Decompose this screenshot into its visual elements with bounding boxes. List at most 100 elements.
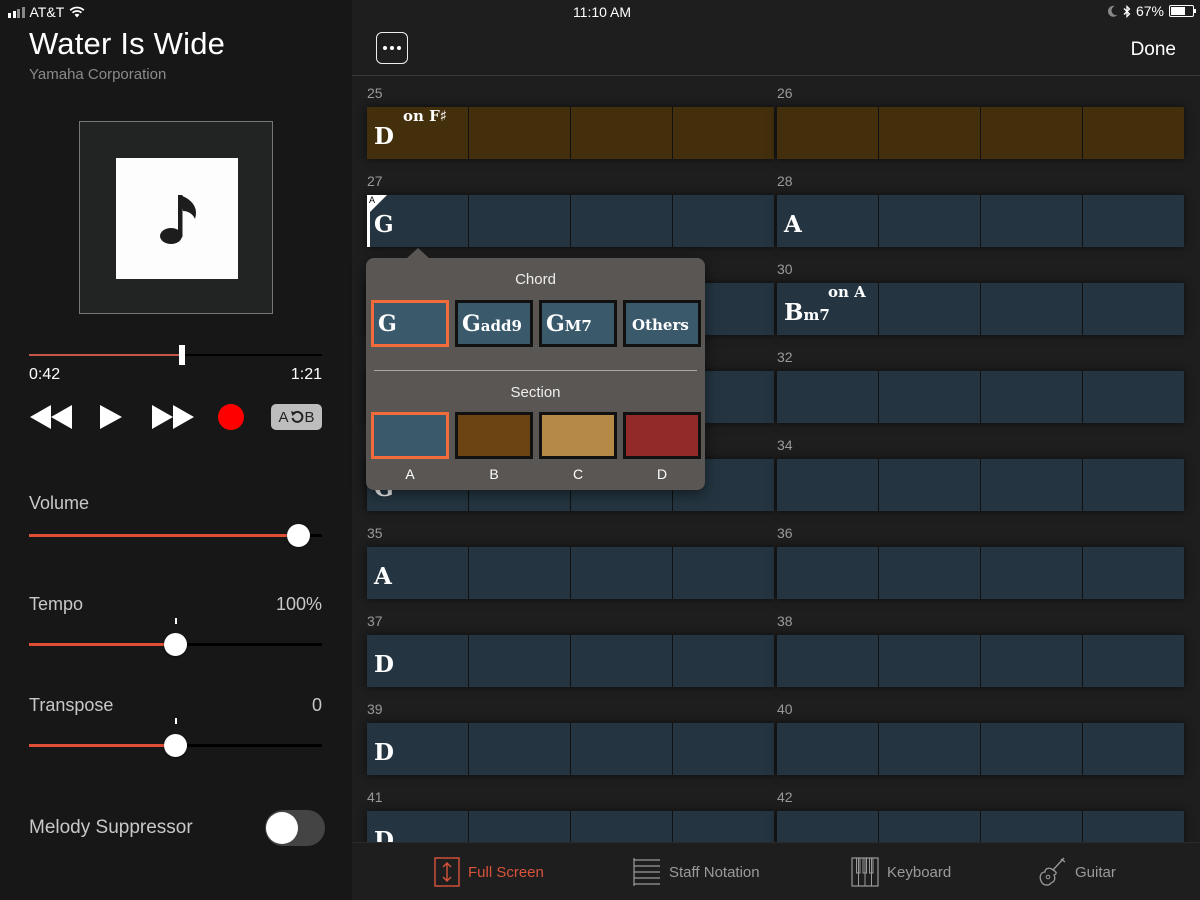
ab-repeat-button[interactable]: A B — [271, 400, 322, 434]
beat-cell[interactable] — [1083, 371, 1184, 423]
transpose-slider-thumb[interactable] — [164, 734, 187, 757]
fast-forward-button[interactable] — [151, 400, 195, 434]
beat-cell[interactable]: Don F♯ — [367, 107, 468, 159]
seek-bar[interactable] — [29, 345, 322, 365]
beat-cell[interactable] — [879, 723, 980, 775]
beat-cell[interactable] — [673, 811, 774, 842]
section-option-d[interactable] — [623, 412, 701, 459]
transpose-value: 0 — [311, 695, 322, 715]
beat-cell[interactable] — [981, 723, 1082, 775]
play-button[interactable] — [98, 400, 124, 434]
beat-cell[interactable] — [673, 723, 774, 775]
beat-cell[interactable] — [469, 195, 570, 247]
beat-cell[interactable] — [879, 811, 980, 842]
beat-cell[interactable] — [981, 195, 1082, 247]
beat-cell[interactable] — [981, 811, 1082, 842]
beat-cell[interactable] — [1083, 459, 1184, 511]
beat-cell[interactable] — [879, 547, 980, 599]
tab-staff-notation[interactable]: Staff Notation — [633, 856, 760, 888]
melody-suppressor-toggle[interactable] — [265, 810, 325, 846]
volume-slider[interactable] — [29, 524, 322, 547]
chord-root: D — [374, 739, 394, 766]
beat-cell[interactable] — [469, 107, 570, 159]
chord-option-gadd9[interactable]: Gadd9 — [455, 300, 533, 347]
beat-cell[interactable] — [879, 283, 980, 335]
beat-cell[interactable] — [777, 547, 878, 599]
section-option-b[interactable] — [455, 412, 533, 459]
record-button[interactable] — [217, 400, 245, 434]
section-option-c[interactable] — [539, 412, 617, 459]
rewind-button[interactable] — [29, 400, 73, 434]
beat-cell[interactable] — [571, 547, 672, 599]
beat-cell[interactable] — [981, 635, 1082, 687]
beat-cell[interactable] — [879, 459, 980, 511]
beat-cell[interactable] — [1083, 635, 1184, 687]
beat-cell[interactable]: D — [367, 723, 468, 775]
beat-cell[interactable] — [469, 723, 570, 775]
beat-cell[interactable] — [879, 635, 980, 687]
status-bar-left: AT&T — [8, 4, 85, 20]
transpose-slider[interactable] — [29, 734, 322, 757]
measure-30: Bm7 on A — [777, 283, 1184, 335]
beat-cell[interactable] — [981, 371, 1082, 423]
beat-cell[interactable] — [981, 107, 1082, 159]
beat-cell[interactable] — [777, 459, 878, 511]
tempo-slider-thumb[interactable] — [164, 633, 187, 656]
beat-cell[interactable] — [673, 547, 774, 599]
beat-cell[interactable] — [981, 459, 1082, 511]
volume-slider-thumb[interactable] — [287, 524, 311, 547]
beat-cell[interactable]: Bm7 on A — [777, 283, 878, 335]
beat-cell[interactable] — [673, 195, 774, 247]
tab-keyboard[interactable]: Keyboard — [851, 856, 951, 888]
beat-cell[interactable] — [879, 107, 980, 159]
section-option-a[interactable] — [371, 412, 449, 459]
tab-full-screen[interactable]: Full Screen — [434, 856, 544, 888]
chord-option-g[interactable]: G — [371, 300, 449, 347]
beat-cell[interactable] — [777, 723, 878, 775]
beat-cell[interactable] — [571, 107, 672, 159]
more-button[interactable] — [376, 32, 408, 64]
beat-cell[interactable] — [777, 635, 878, 687]
beat-cell[interactable] — [1083, 107, 1184, 159]
beat-cell[interactable] — [469, 635, 570, 687]
chord-symbol: Don F♯ — [374, 107, 447, 150]
beat-cell[interactable] — [469, 547, 570, 599]
beat-cell[interactable] — [777, 811, 878, 842]
beat-cell[interactable] — [1083, 811, 1184, 842]
beat-cell[interactable]: A — [367, 547, 468, 599]
beat-cell[interactable] — [673, 635, 774, 687]
done-button[interactable]: Done — [1131, 39, 1176, 61]
beat-cell[interactable]: AG — [367, 195, 468, 247]
current-time: 0:42 — [29, 366, 61, 383]
beat-cell[interactable] — [571, 635, 672, 687]
beat-cell[interactable] — [571, 811, 672, 842]
play-icon — [100, 405, 122, 429]
beat-cell[interactable] — [571, 195, 672, 247]
beat-cell[interactable] — [879, 195, 980, 247]
beat-cell[interactable] — [673, 107, 774, 159]
tab-guitar[interactable]: Guitar — [1037, 856, 1116, 888]
moon-icon — [1107, 5, 1118, 17]
chord-symbol: D — [374, 827, 394, 842]
beat-cell[interactable] — [1083, 283, 1184, 335]
beat-cell[interactable] — [981, 547, 1082, 599]
tab-label: Staff Notation — [669, 863, 760, 881]
beat-cell[interactable]: D — [367, 811, 468, 842]
tempo-slider[interactable] — [29, 633, 322, 656]
guitar-icon — [1039, 857, 1066, 886]
chord-option-others[interactable]: Others — [623, 300, 701, 347]
beat-cell[interactable] — [571, 723, 672, 775]
beat-cell[interactable]: D — [367, 635, 468, 687]
beat-cell[interactable] — [1083, 195, 1184, 247]
beat-cell[interactable] — [777, 371, 878, 423]
beat-cell[interactable] — [981, 283, 1082, 335]
beat-cell[interactable] — [1083, 723, 1184, 775]
beat-cell[interactable] — [1083, 547, 1184, 599]
seek-bar-handle[interactable] — [178, 345, 185, 365]
beat-cell[interactable]: A — [777, 195, 878, 247]
beat-cell[interactable] — [879, 371, 980, 423]
measure-number: 36 — [777, 525, 793, 541]
chord-option-gm7[interactable]: GM7 — [539, 300, 617, 347]
beat-cell[interactable] — [777, 107, 878, 159]
beat-cell[interactable] — [469, 811, 570, 842]
